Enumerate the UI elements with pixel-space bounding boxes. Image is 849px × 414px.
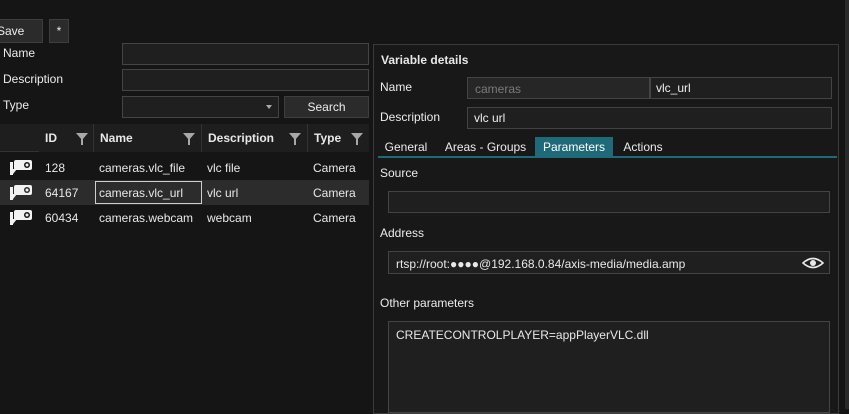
details-name-input[interactable] <box>650 77 832 99</box>
filter-type-select[interactable] <box>122 96 279 118</box>
filter-description-label: Description <box>3 72 64 86</box>
details-name-prefix-text: cameras <box>475 82 522 96</box>
details-description-label: Description <box>380 110 441 124</box>
column-header-type-label: Type <box>314 131 342 145</box>
save-button-label: Save <box>0 24 25 38</box>
tab-actions[interactable]: Actions <box>614 137 672 157</box>
column-header-description-label: Description <box>208 131 275 145</box>
tab-areas-groups-label: Areas - Groups <box>444 140 527 154</box>
details-name-label: Name <box>380 80 413 94</box>
cell-type: Camera <box>313 185 356 200</box>
other-parameters-textarea[interactable]: CREATECONTROLPLAYER=appPlayerVLC.dll <box>388 321 830 413</box>
filter-name-label: Name <box>3 46 36 60</box>
cell-type: Camera <box>313 210 356 225</box>
address-value: rtsp://root:●●●●@192.168.0.84/axis-media… <box>396 257 686 271</box>
tab-actions-label: Actions <box>623 140 663 154</box>
search-button[interactable]: Search <box>284 96 369 118</box>
window-right-edge <box>845 0 849 409</box>
camera-icon <box>10 160 32 175</box>
cell-type: Camera <box>313 160 356 175</box>
cell-description: webcam <box>207 210 252 225</box>
cell-id: 64167 <box>45 185 79 200</box>
filter-type-label: Type <box>3 98 30 112</box>
cell-name: cameras.webcam <box>99 210 194 225</box>
source-label: Source <box>380 166 419 180</box>
tab-general[interactable]: General <box>378 137 434 157</box>
other-parameters-label: Other parameters <box>380 296 475 310</box>
table-row[interactable]: 128 cameras.vlc_file vlc file Camera <box>0 155 369 180</box>
tab-parameters[interactable]: Parameters <box>535 137 613 157</box>
details-description-input[interactable] <box>467 107 832 129</box>
save-button[interactable]: Save <box>0 19 43 43</box>
address-label: Address <box>380 226 425 240</box>
eye-icon[interactable] <box>802 256 824 270</box>
table-row[interactable]: 60434 cameras.webcam webcam Camera <box>0 205 369 230</box>
chevron-down-icon <box>266 105 272 109</box>
cell-id: 128 <box>45 160 66 175</box>
cell-name: cameras.vlc_file <box>99 160 186 175</box>
column-header-id[interactable]: ID <box>39 124 94 152</box>
search-button-label: Search <box>307 100 346 114</box>
column-header-name[interactable]: Name <box>93 124 201 152</box>
camera-icon <box>10 185 32 200</box>
filter-icon[interactable] <box>183 133 195 145</box>
source-input[interactable] <box>388 191 830 213</box>
other-parameters-value: CREATECONTROLPLAYER=appPlayerVLC.dll <box>396 328 649 342</box>
address-input[interactable]: rtsp://root:●●●●@192.168.0.84/axis-media… <box>388 251 830 274</box>
cell-description: vlc file <box>207 160 241 175</box>
star-button-label: * <box>56 24 62 38</box>
filter-icon[interactable] <box>351 133 363 145</box>
column-header-name-label: Name <box>100 131 133 145</box>
details-name-prefix: cameras <box>467 77 650 99</box>
filter-icon[interactable] <box>289 133 301 145</box>
camera-icon <box>10 210 32 225</box>
tab-bar: General Areas - Groups Parameters Action… <box>378 137 837 158</box>
cell-id: 60434 <box>45 210 79 225</box>
filter-description-input[interactable] <box>122 69 369 91</box>
panel-title: Variable details <box>381 53 469 67</box>
cell-name[interactable]: cameras.vlc_url <box>95 181 202 204</box>
column-header-id-label: ID <box>45 131 57 145</box>
tab-general-label: General <box>384 140 428 154</box>
cell-description: vlc url <box>207 185 239 200</box>
tab-areas-groups[interactable]: Areas - Groups <box>436 137 535 157</box>
column-header-description[interactable]: Description <box>201 124 307 152</box>
table-row-selected[interactable]: 64167 cameras.vlc_url vlc url Camera <box>0 180 369 205</box>
star-button[interactable]: * <box>49 19 69 43</box>
column-header-type[interactable]: Type <box>307 124 369 152</box>
tab-parameters-label: Parameters <box>542 140 606 154</box>
filter-icon[interactable] <box>76 133 88 145</box>
filter-name-input[interactable] <box>122 43 369 65</box>
